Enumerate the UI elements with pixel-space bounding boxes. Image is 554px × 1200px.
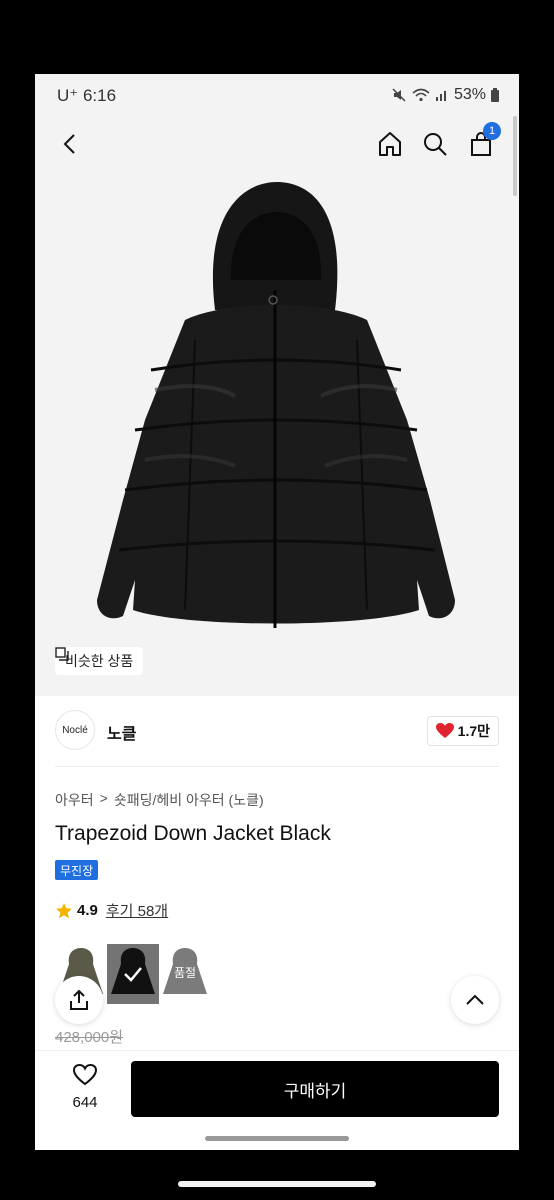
heart-icon [435,723,454,738]
option-grey[interactable]: 품절 [159,944,211,1004]
original-price: 428,000원 [55,1029,124,1046]
wishlist-count: 644 [72,1094,98,1111]
home-icon [379,132,401,156]
signal-icon [435,88,449,102]
similar-products-label: 비슷한 상품 [65,653,134,669]
app-screen: U⁺ 6:16 53% 1 비슷한 상품 Noclé 노클 1.7만 아우터 >… [35,74,519,1150]
similar-products-button[interactable]: 비슷한 상품 [55,647,144,675]
share-icon [70,989,88,1010]
mute-icon [391,87,407,103]
review-link[interactable]: 후기 58개 [106,900,168,921]
scrollbar[interactable] [513,116,517,196]
divider [55,766,499,767]
back-button[interactable] [55,128,87,160]
cart-button[interactable]: 1 [465,122,501,160]
jacket-image [97,182,455,628]
brand-row[interactable]: Noclé 노클 1.7만 [55,710,499,754]
rating-value: 4.9 [77,902,98,919]
black-jacket-thumbnail [111,948,155,994]
status-bar: U⁺ 6:16 53% [35,74,519,118]
brand-name[interactable]: 노클 [107,720,136,744]
search-button[interactable] [419,128,451,160]
status-indicators: 53% [391,86,499,104]
product-title: Trapezoid Down Jacket Black [55,822,331,845]
home-indicator[interactable] [205,1136,349,1141]
option-black[interactable] [107,944,159,1004]
star-icon [56,902,72,918]
wishlist-button[interactable]: 644 [55,1063,115,1111]
status-time: U⁺ 6:16 [57,86,117,105]
home-bar-area [35,1130,519,1150]
breadcrumb: 아우터 > 숏패딩/헤비 아우터 (노클) [55,790,264,810]
brand-like-count: 1.7만 [457,723,490,739]
system-home-indicator[interactable] [178,1181,376,1187]
wifi-icon [412,88,430,102]
chevron-up-icon [466,994,484,1005]
heart-outline-icon [72,1063,98,1086]
home-button[interactable] [374,128,406,160]
bottom-action-bar: 644 구매하기 [35,1050,519,1130]
breadcrumb-separator: > [99,790,108,806]
chevron-left-icon [63,134,75,154]
search-icon [424,133,447,156]
rating-row: 4.9 후기 58개 [55,900,168,921]
breadcrumb-subcategory[interactable]: 숏패딩/헤비 아우터 (노클) [114,790,264,810]
sold-out-label: 품절 [173,966,197,980]
brand-like-button[interactable]: 1.7만 [426,716,499,746]
app-header: 1 [35,118,519,170]
scroll-top-button[interactable] [451,976,499,1024]
battery-text: 53% [453,86,486,103]
share-button[interactable] [55,976,103,1024]
buy-button[interactable]: 구매하기 [131,1061,499,1117]
battery-icon [491,88,499,102]
product-image[interactable]: 비슷한 상품 [35,170,519,696]
copy-icon [55,647,69,661]
promo-badge: 무진장 [55,860,99,880]
breadcrumb-category[interactable]: 아우터 [55,790,94,810]
cart-count-badge: 1 [483,122,501,140]
brand-logo[interactable]: Noclé [55,710,95,750]
